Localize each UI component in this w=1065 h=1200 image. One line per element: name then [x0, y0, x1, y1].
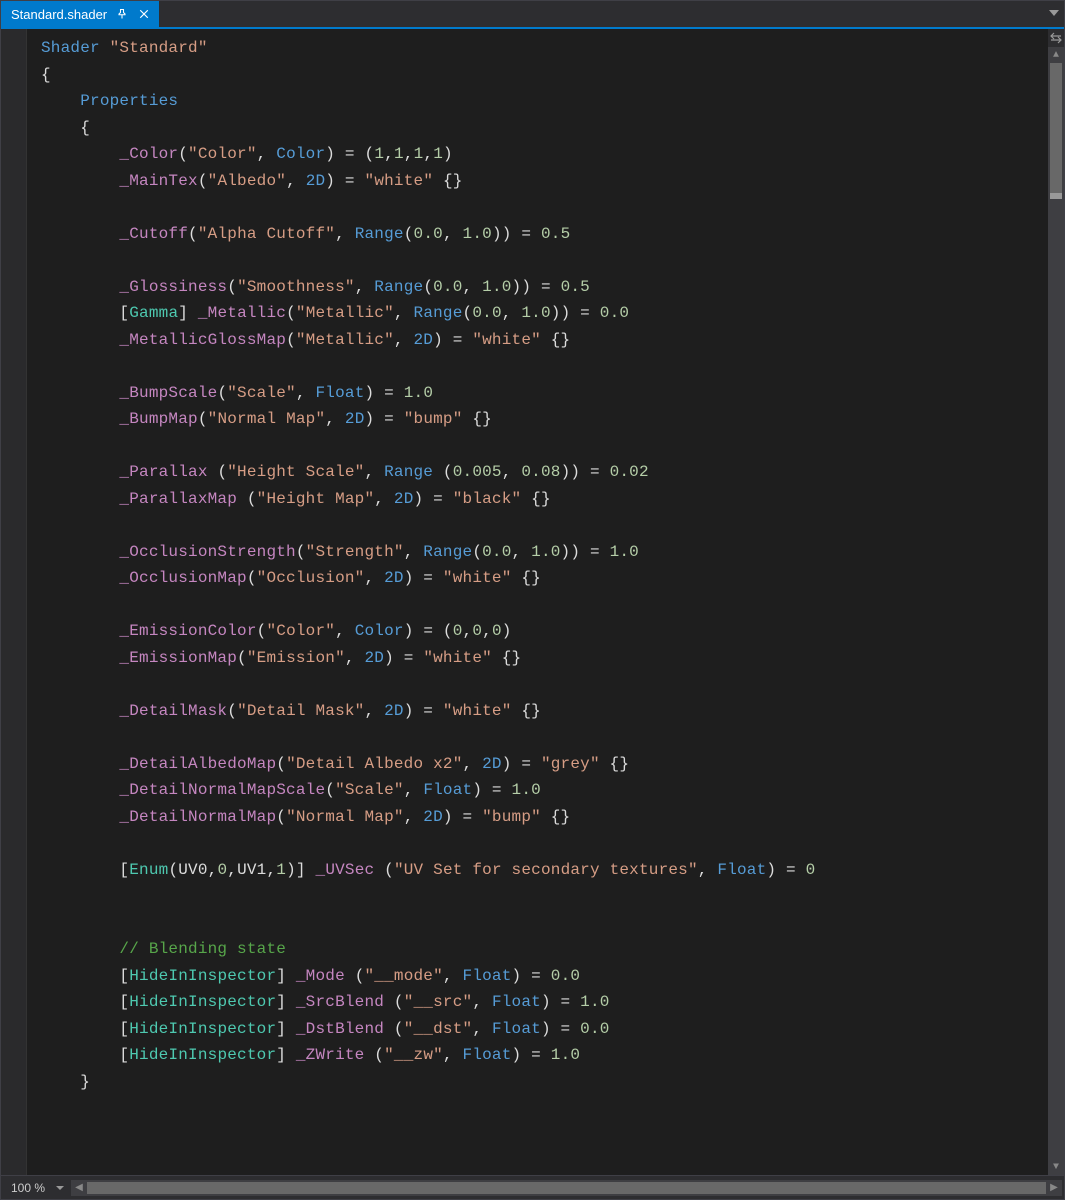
code-line: { [41, 62, 1048, 89]
code-line: [HideInInspector] _DstBlend ("__dst", Fl… [41, 1016, 1048, 1043]
scroll-thumb[interactable] [1050, 63, 1062, 193]
code-line: } [41, 1069, 1048, 1096]
code-line: _EmissionMap("Emission", 2D) = "white" {… [41, 645, 1048, 672]
code-line: _MainTex("Albedo", 2D) = "white" {} [41, 168, 1048, 195]
code-line: Properties [41, 88, 1048, 115]
code-line: _OcclusionStrength("Strength", Range(0.0… [41, 539, 1048, 566]
scroll-right-icon[interactable]: ▶ [1046, 1182, 1062, 1193]
code-line [41, 671, 1048, 698]
tab-bar: Standard.shader [1, 1, 1064, 29]
code-line [41, 592, 1048, 619]
scroll-left-icon[interactable]: ◀ [71, 1182, 87, 1193]
code-line [41, 353, 1048, 380]
code-text-area[interactable]: Shader "Standard"{ Properties { _Color("… [27, 29, 1048, 1175]
code-line: _Color("Color", Color) = (1,1,1,1) [41, 141, 1048, 168]
code-line [41, 194, 1048, 221]
hscroll-track[interactable] [87, 1180, 1046, 1196]
code-line: _DetailNormalMapScale("Scale", Float) = … [41, 777, 1048, 804]
scroll-down-icon[interactable]: ▼ [1048, 1159, 1064, 1175]
code-line [41, 883, 1048, 910]
code-line: [HideInInspector] _ZWrite ("__zw", Float… [41, 1042, 1048, 1069]
tab-standard-shader[interactable]: Standard.shader [1, 1, 159, 27]
split-editor-icon[interactable] [1048, 29, 1064, 47]
code-line: [HideInInspector] _Mode ("__mode", Float… [41, 963, 1048, 990]
code-line: _OcclusionMap("Occlusion", 2D) = "white"… [41, 565, 1048, 592]
code-line: _BumpMap("Normal Map", 2D) = "bump" {} [41, 406, 1048, 433]
code-line: { [41, 115, 1048, 142]
code-line: _ParallaxMap ("Height Map", 2D) = "black… [41, 486, 1048, 513]
code-line [41, 910, 1048, 937]
code-line: Shader "Standard" [41, 35, 1048, 62]
status-bar: 100 % ◀ ▶ [1, 1175, 1064, 1199]
code-gutter [1, 29, 27, 1175]
scroll-track[interactable] [1048, 63, 1064, 1159]
scroll-up-icon[interactable]: ▲ [1048, 47, 1064, 63]
code-line: _BumpScale("Scale", Float) = 1.0 [41, 380, 1048, 407]
code-line [41, 512, 1048, 539]
horizontal-scrollbar[interactable]: ◀ ▶ [71, 1180, 1062, 1196]
code-line: _Cutoff("Alpha Cutoff", Range(0.0, 1.0))… [41, 221, 1048, 248]
code-line: _Parallax ("Height Scale", Range (0.005,… [41, 459, 1048, 486]
pin-icon[interactable] [115, 7, 129, 21]
close-icon[interactable] [137, 7, 151, 21]
code-line [41, 830, 1048, 857]
editor-window: Standard.shader Shader "Standard"{ Prope… [0, 0, 1065, 1200]
code-line: // Blending state [41, 936, 1048, 963]
code-line: _MetallicGlossMap("Metallic", 2D) = "whi… [41, 327, 1048, 354]
hscroll-thumb[interactable] [87, 1182, 1046, 1194]
tab-overflow-icon[interactable] [1044, 1, 1064, 27]
code-line: [Enum(UV0,0,UV1,1)] _UVSec ("UV Set for … [41, 857, 1048, 884]
code-line [41, 724, 1048, 751]
tab-title: Standard.shader [11, 7, 107, 22]
vertical-scrollbar[interactable]: ▲ ▼ [1048, 29, 1064, 1175]
editor-area: Shader "Standard"{ Properties { _Color("… [1, 29, 1064, 1175]
code-line: _DetailMask("Detail Mask", 2D) = "white"… [41, 698, 1048, 725]
code-line [41, 247, 1048, 274]
scroll-thumb-cap [1050, 193, 1062, 199]
zoom-level[interactable]: 100 % [1, 1181, 51, 1195]
code-line: [HideInInspector] _SrcBlend ("__src", Fl… [41, 989, 1048, 1016]
zoom-dropdown-icon[interactable] [51, 1184, 69, 1192]
code-line: _Glossiness("Smoothness", Range(0.0, 1.0… [41, 274, 1048, 301]
code-line [41, 433, 1048, 460]
code-line: _DetailNormalMap("Normal Map", 2D) = "bu… [41, 804, 1048, 831]
code-line: [Gamma] _Metallic("Metallic", Range(0.0,… [41, 300, 1048, 327]
code-line: _EmissionColor("Color", Color) = (0,0,0) [41, 618, 1048, 645]
code-line: _DetailAlbedoMap("Detail Albedo x2", 2D)… [41, 751, 1048, 778]
